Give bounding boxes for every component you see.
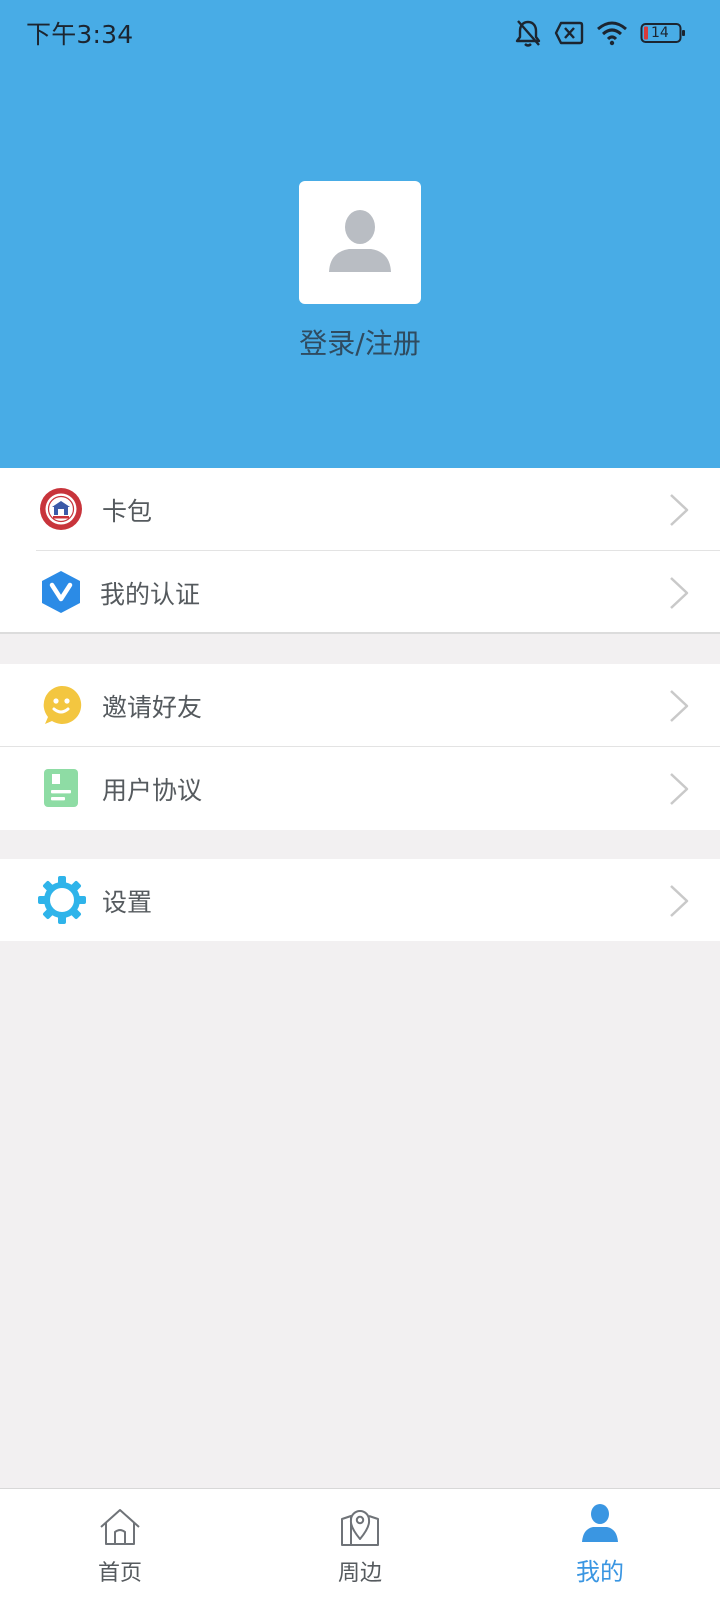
menu-item-settings[interactable]: 设置 bbox=[0, 859, 720, 942]
gear-icon bbox=[36, 874, 88, 926]
home-icon bbox=[100, 1509, 140, 1545]
chevron-right-icon bbox=[670, 773, 689, 805]
bell-off-icon bbox=[514, 18, 542, 48]
tab-nearby[interactable]: 周边 bbox=[240, 1489, 480, 1600]
bottom-nav: 首页 周边 我的 bbox=[0, 1488, 720, 1600]
avatar[interactable] bbox=[299, 181, 421, 304]
chevron-right-icon bbox=[670, 577, 689, 609]
user-placeholder-icon bbox=[327, 208, 393, 278]
menu-group-3: 设置 bbox=[0, 859, 720, 941]
user-icon bbox=[582, 1504, 618, 1542]
wifi-icon bbox=[596, 20, 628, 46]
chevron-right-icon bbox=[670, 885, 689, 917]
menu-item-user-agreement[interactable]: 用户协议 bbox=[0, 747, 720, 830]
menu-group-1: 卡包 我的认证 bbox=[0, 468, 720, 634]
menu-item-card-wallet[interactable]: 卡包 bbox=[0, 468, 720, 551]
profile-header: 下午3:34 14 登录/注册 bbox=[0, 0, 720, 468]
battery-level: 14 bbox=[651, 25, 669, 41]
tab-home[interactable]: 首页 bbox=[0, 1489, 240, 1600]
battery-icon: 14 bbox=[640, 22, 686, 44]
menu-group-2: 邀请好友 用户协议 bbox=[0, 664, 720, 830]
tab-home-label: 首页 bbox=[97, 1561, 142, 1586]
chevron-right-icon bbox=[670, 494, 689, 526]
login-register-link[interactable]: 登录/注册 bbox=[0, 322, 720, 362]
status-icons: 14 bbox=[514, 16, 686, 50]
tab-nearby-label: 周边 bbox=[337, 1561, 382, 1586]
menu-label-card-wallet: 卡包 bbox=[102, 497, 153, 526]
menu-label-settings: 设置 bbox=[102, 888, 153, 917]
status-bar: 下午3:34 14 bbox=[0, 0, 720, 64]
tab-mine-label: 我的 bbox=[576, 1558, 624, 1586]
menu-label-invite-friends: 邀请好友 bbox=[102, 693, 203, 722]
menu-item-invite-friends[interactable]: 邀请好友 bbox=[0, 664, 720, 747]
tab-mine[interactable]: 我的 bbox=[480, 1489, 720, 1600]
menu-item-my-verification[interactable]: 我的认证 bbox=[0, 551, 720, 634]
verification-v-icon bbox=[38, 569, 84, 615]
sim-error-icon bbox=[554, 20, 584, 46]
smiley-chat-icon bbox=[38, 682, 84, 728]
menu-label-my-verification: 我的认证 bbox=[100, 580, 201, 609]
chevron-right-icon bbox=[670, 690, 689, 722]
status-time: 下午3:34 bbox=[26, 20, 134, 49]
document-icon bbox=[38, 765, 84, 811]
card-wallet-icon bbox=[38, 486, 84, 532]
menu-label-user-agreement: 用户协议 bbox=[102, 776, 203, 805]
map-pin-icon bbox=[341, 1510, 379, 1546]
